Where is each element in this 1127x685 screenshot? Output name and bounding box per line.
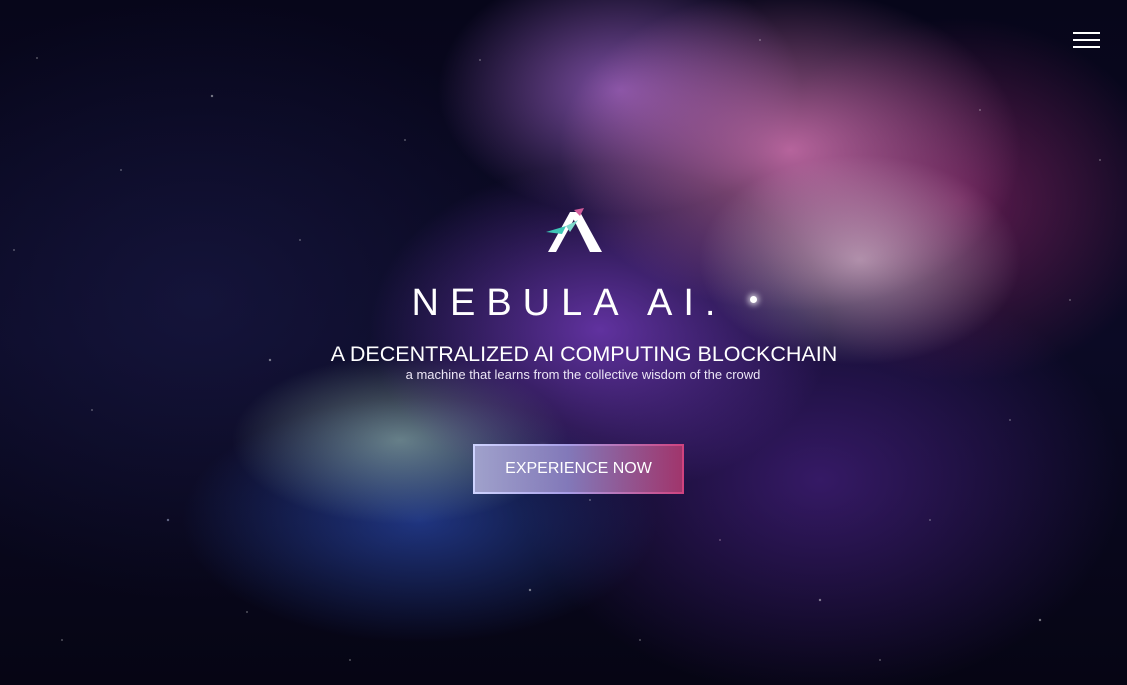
- nebula-ai-logo-icon: [544, 208, 604, 256]
- brand-name: NEBULA AI.: [411, 282, 727, 324]
- menu-bar: [1073, 46, 1100, 48]
- experience-now-label: EXPERIENCE NOW: [505, 460, 652, 477]
- hero-headline: A DECENTRALIZED AI COMPUTING BLOCKCHAIN: [330, 342, 838, 366]
- logo-graphic: [546, 208, 602, 252]
- menu-bar: [1073, 39, 1100, 41]
- menu-bar: [1073, 32, 1100, 34]
- hero-page: NEBULA AI. A DECENTRALIZED AI COMPUTING …: [0, 0, 1127, 685]
- hamburger-menu-button[interactable]: [1073, 31, 1100, 49]
- hero-tagline: a machine that learns from the collectiv…: [405, 367, 761, 382]
- experience-now-button[interactable]: EXPERIENCE NOW: [473, 444, 684, 494]
